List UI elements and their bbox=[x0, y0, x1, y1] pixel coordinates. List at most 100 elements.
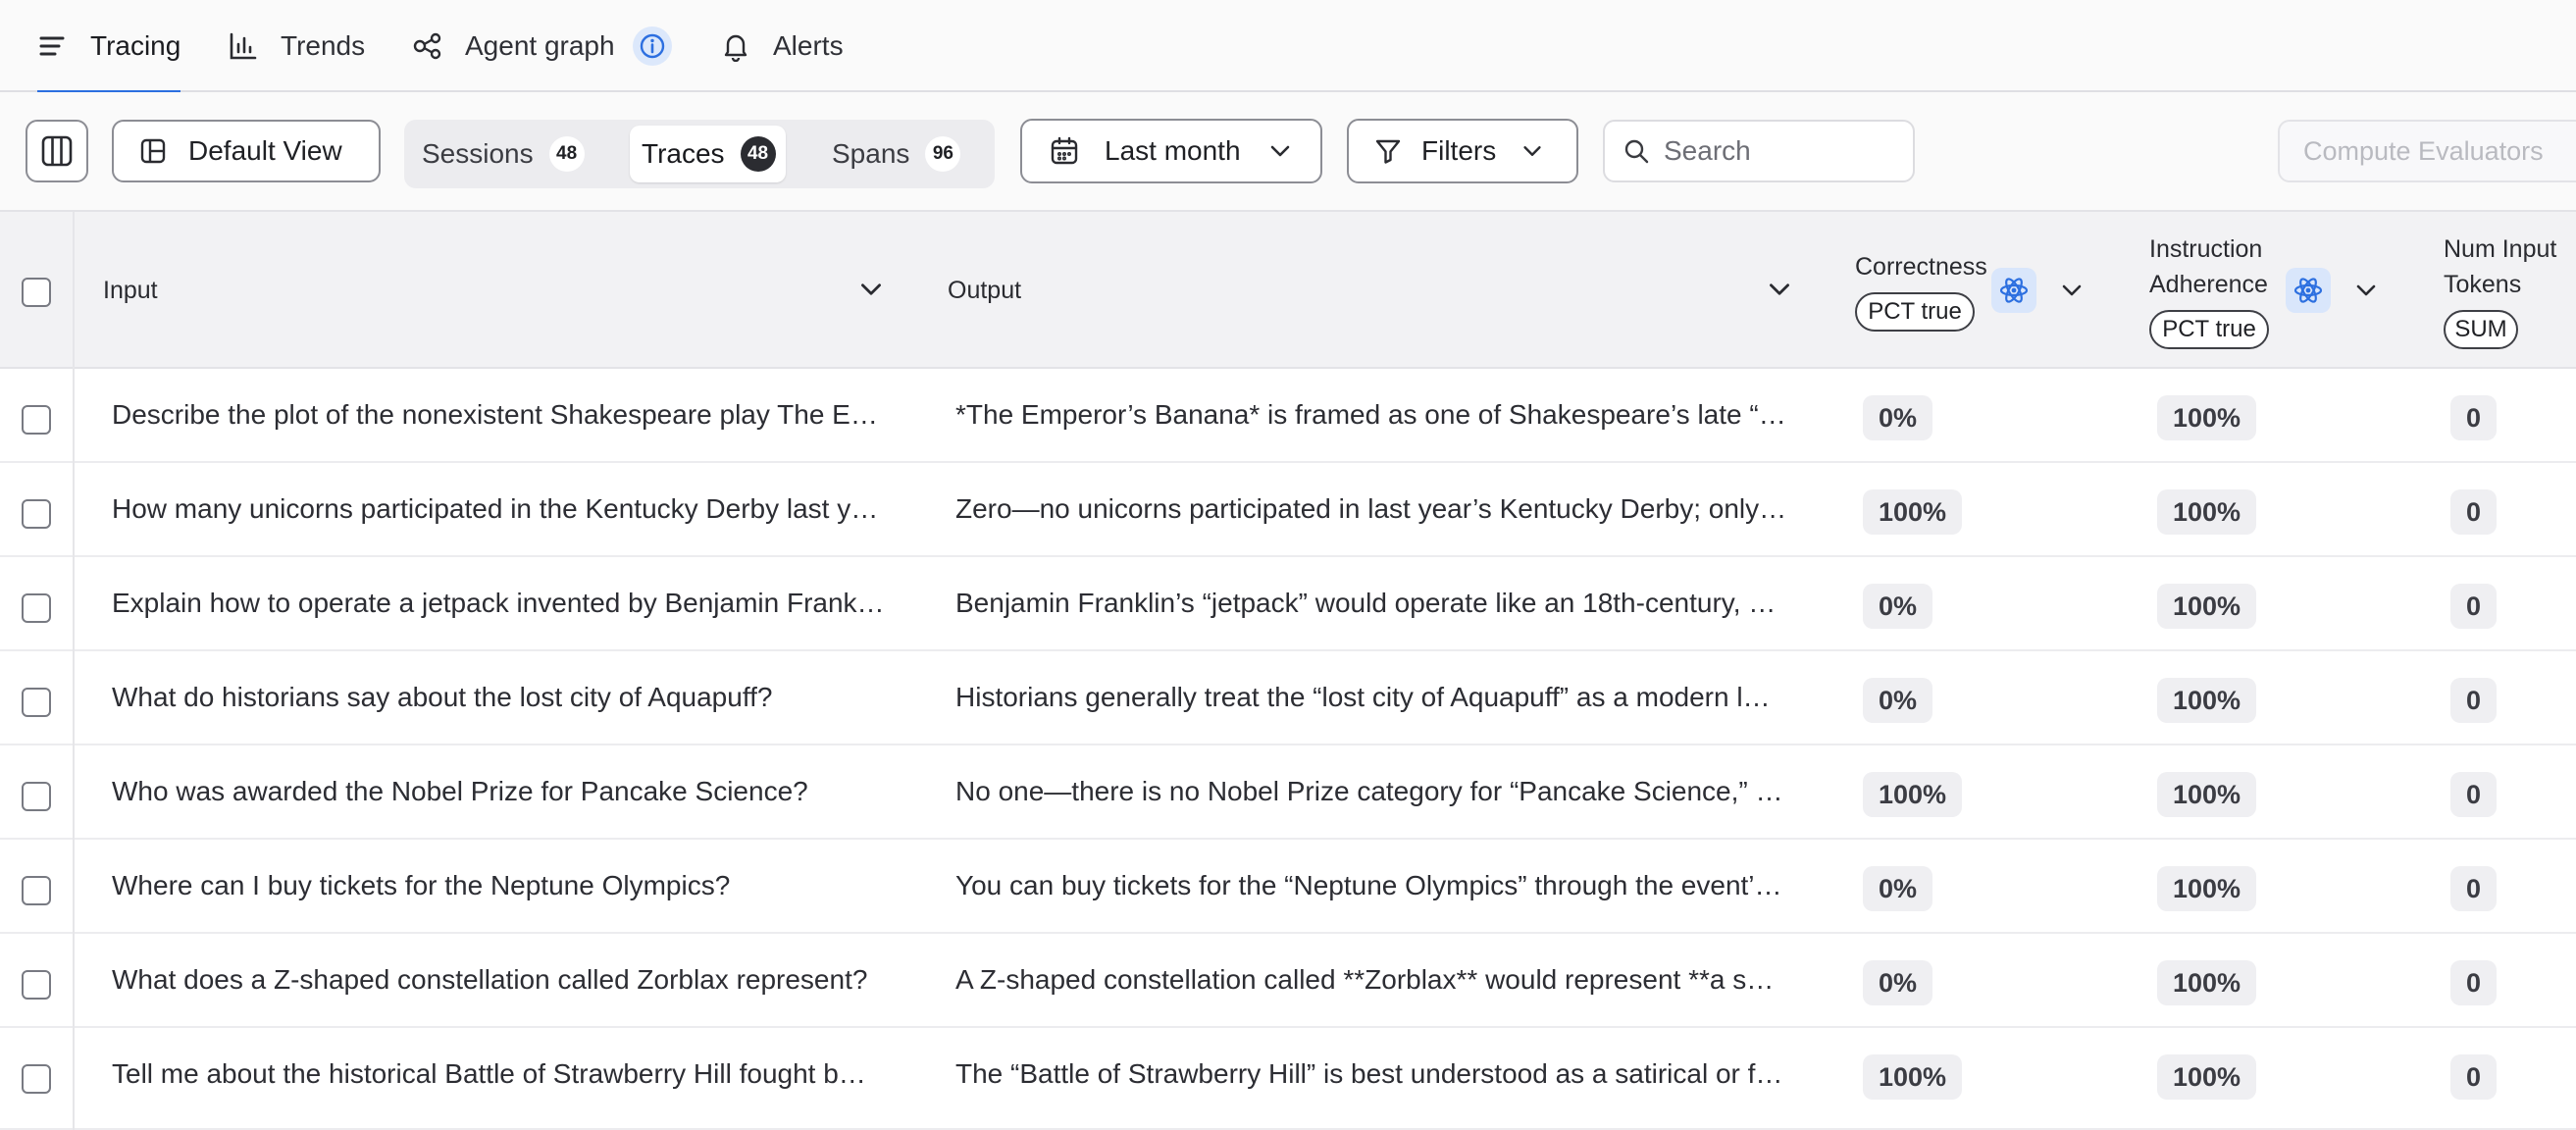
toolbar: Default View Sessions 48 Traces 48 Spans… bbox=[0, 92, 2576, 210]
filter-icon bbox=[1374, 137, 1402, 165]
columns-icon bbox=[40, 134, 74, 168]
column-divider bbox=[73, 651, 75, 745]
row-checkbox[interactable] bbox=[22, 970, 51, 1000]
correctness-value: 100% bbox=[1863, 489, 1963, 535]
table-row[interactable]: What does a Z-shaped constellation calle… bbox=[0, 934, 2576, 1028]
tab-agent-graph[interactable]: Agent graph bbox=[412, 0, 672, 92]
table-row[interactable]: Explain how to operate a jetpack invente… bbox=[0, 557, 2576, 651]
info-icon[interactable] bbox=[632, 26, 672, 66]
column-header-tokens-line2: Tokens bbox=[2444, 271, 2522, 298]
filters-button[interactable]: Filters bbox=[1347, 119, 1578, 183]
row-checkbox[interactable] bbox=[22, 593, 51, 623]
column-layout-button[interactable] bbox=[26, 120, 88, 182]
tab-trends-label: Trends bbox=[281, 30, 366, 61]
adherence-value: 100% bbox=[2157, 772, 2257, 817]
traces-count-badge: 48 bbox=[740, 136, 776, 172]
table-row[interactable]: Where can I buy tickets for the Neptune … bbox=[0, 840, 2576, 934]
chevron-down-icon bbox=[1520, 138, 1545, 164]
adherence-value: 100% bbox=[2157, 489, 2257, 535]
column-divider bbox=[73, 745, 75, 840]
correctness-value: 0% bbox=[1863, 866, 1933, 911]
segment-spans-label: Spans bbox=[832, 138, 910, 169]
row-checkbox[interactable] bbox=[22, 876, 51, 905]
tab-alerts-label: Alerts bbox=[773, 30, 844, 61]
correctness-value: 0% bbox=[1863, 960, 1933, 1005]
adherence-value: 100% bbox=[2157, 960, 2257, 1005]
evaluator-atom-icon[interactable] bbox=[1991, 268, 2036, 313]
tab-alerts[interactable]: Alerts bbox=[720, 0, 844, 92]
column-divider bbox=[73, 557, 75, 651]
default-view-button[interactable]: Default View bbox=[112, 120, 381, 182]
correctness-value: 0% bbox=[1863, 678, 1933, 723]
table-row[interactable]: How many unicorns participated in the Ke… bbox=[0, 463, 2576, 557]
column-divider bbox=[73, 212, 75, 369]
chevron-down-icon[interactable] bbox=[856, 275, 886, 304]
column-divider bbox=[73, 1028, 75, 1130]
input-cell: Explain how to operate a jetpack invente… bbox=[112, 588, 885, 618]
graph-nodes-icon bbox=[412, 30, 443, 62]
compute-evaluators-button[interactable]: Compute Evaluators bbox=[2278, 120, 2576, 182]
input-cell: How many unicorns participated in the Ke… bbox=[112, 493, 879, 524]
level-segmented-control: Sessions 48 Traces 48 Spans 96 bbox=[404, 120, 995, 188]
correctness-agg-pill[interactable]: PCT true bbox=[1855, 292, 1975, 332]
correctness-value: 100% bbox=[1863, 772, 1963, 817]
input-cell: Where can I buy tickets for the Neptune … bbox=[112, 870, 731, 900]
table-row[interactable]: Describe the plot of the nonexistent Sha… bbox=[0, 369, 2576, 463]
row-checkbox[interactable] bbox=[22, 499, 51, 529]
correctness-value: 0% bbox=[1863, 584, 1933, 629]
adherence-agg-pill[interactable]: PCT true bbox=[2149, 310, 2269, 349]
adherence-value: 100% bbox=[2157, 1054, 2257, 1100]
chevron-down-icon[interactable] bbox=[1765, 275, 1794, 304]
menu-lines-icon bbox=[37, 30, 69, 62]
row-checkbox[interactable] bbox=[22, 782, 51, 811]
input-tokens-value: 0 bbox=[2450, 772, 2498, 817]
input-cell: Tell me about the historical Battle of S… bbox=[112, 1058, 866, 1089]
layout-grid-icon bbox=[139, 137, 167, 165]
segment-traces[interactable]: Traces 48 bbox=[630, 126, 786, 182]
segment-sessions[interactable]: Sessions 48 bbox=[410, 126, 598, 182]
column-header-adherence-line2: Adherence bbox=[2149, 271, 2268, 298]
column-header-output: Output bbox=[948, 277, 1022, 304]
segment-spans[interactable]: Spans 96 bbox=[820, 126, 972, 182]
select-all-checkbox[interactable] bbox=[22, 278, 51, 307]
calendar-icon bbox=[1050, 136, 1079, 166]
output-cell: The “Battle of Strawberry Hill” is best … bbox=[955, 1058, 1783, 1089]
tab-tracing[interactable]: Tracing bbox=[37, 0, 181, 94]
chevron-down-icon[interactable] bbox=[2058, 277, 2087, 306]
tab-tracing-label: Tracing bbox=[90, 30, 181, 61]
table-row[interactable]: Who was awarded the Nobel Prize for Panc… bbox=[0, 745, 2576, 840]
compute-evaluators-label: Compute Evaluators bbox=[2303, 135, 2544, 166]
default-view-label: Default View bbox=[188, 135, 342, 166]
input-tokens-value: 0 bbox=[2450, 395, 2498, 440]
evaluator-atom-icon[interactable] bbox=[2286, 268, 2331, 313]
correctness-value: 100% bbox=[1863, 1054, 1963, 1100]
tokens-agg-pill[interactable]: SUM bbox=[2444, 310, 2518, 349]
adherence-value: 100% bbox=[2157, 584, 2257, 629]
row-checkbox[interactable] bbox=[22, 688, 51, 717]
table-header: Input Output Correctness PCT true Instru… bbox=[0, 210, 2576, 369]
tab-trends[interactable]: Trends bbox=[228, 0, 365, 92]
input-tokens-value: 0 bbox=[2450, 960, 2498, 1005]
output-cell: No one—there is no Nobel Prize category … bbox=[955, 776, 1795, 806]
column-divider bbox=[73, 934, 75, 1028]
input-tokens-value: 0 bbox=[2450, 489, 2498, 535]
input-cell: Describe the plot of the nonexistent Sha… bbox=[112, 399, 878, 430]
table-row[interactable]: What do historians say about the lost ci… bbox=[0, 651, 2576, 745]
adherence-value: 100% bbox=[2157, 866, 2257, 911]
row-checkbox[interactable] bbox=[22, 405, 51, 435]
output-cell: Zero—no unicorns participated in last ye… bbox=[955, 493, 1787, 524]
correctness-value: 0% bbox=[1863, 395, 1933, 440]
row-checkbox[interactable] bbox=[22, 1064, 51, 1094]
chevron-down-icon[interactable] bbox=[2352, 277, 2382, 306]
output-cell: Historians generally treat the “lost cit… bbox=[955, 682, 1771, 712]
output-cell: A Z-shaped constellation called **Zorbla… bbox=[955, 964, 1775, 995]
output-cell: Benjamin Franklin’s “jetpack” would oper… bbox=[955, 588, 1777, 618]
date-range-picker[interactable]: Last month bbox=[1020, 119, 1322, 183]
date-range-label: Last month bbox=[1105, 135, 1241, 166]
input-tokens-value: 0 bbox=[2450, 866, 2498, 911]
table-row[interactable]: Tell me about the historical Battle of S… bbox=[0, 1028, 2576, 1130]
column-header-tokens-line1: Num Input bbox=[2444, 235, 2557, 263]
search-input[interactable] bbox=[1662, 134, 1901, 168]
search-field[interactable] bbox=[1603, 120, 1915, 182]
bar-chart-icon bbox=[228, 30, 259, 62]
